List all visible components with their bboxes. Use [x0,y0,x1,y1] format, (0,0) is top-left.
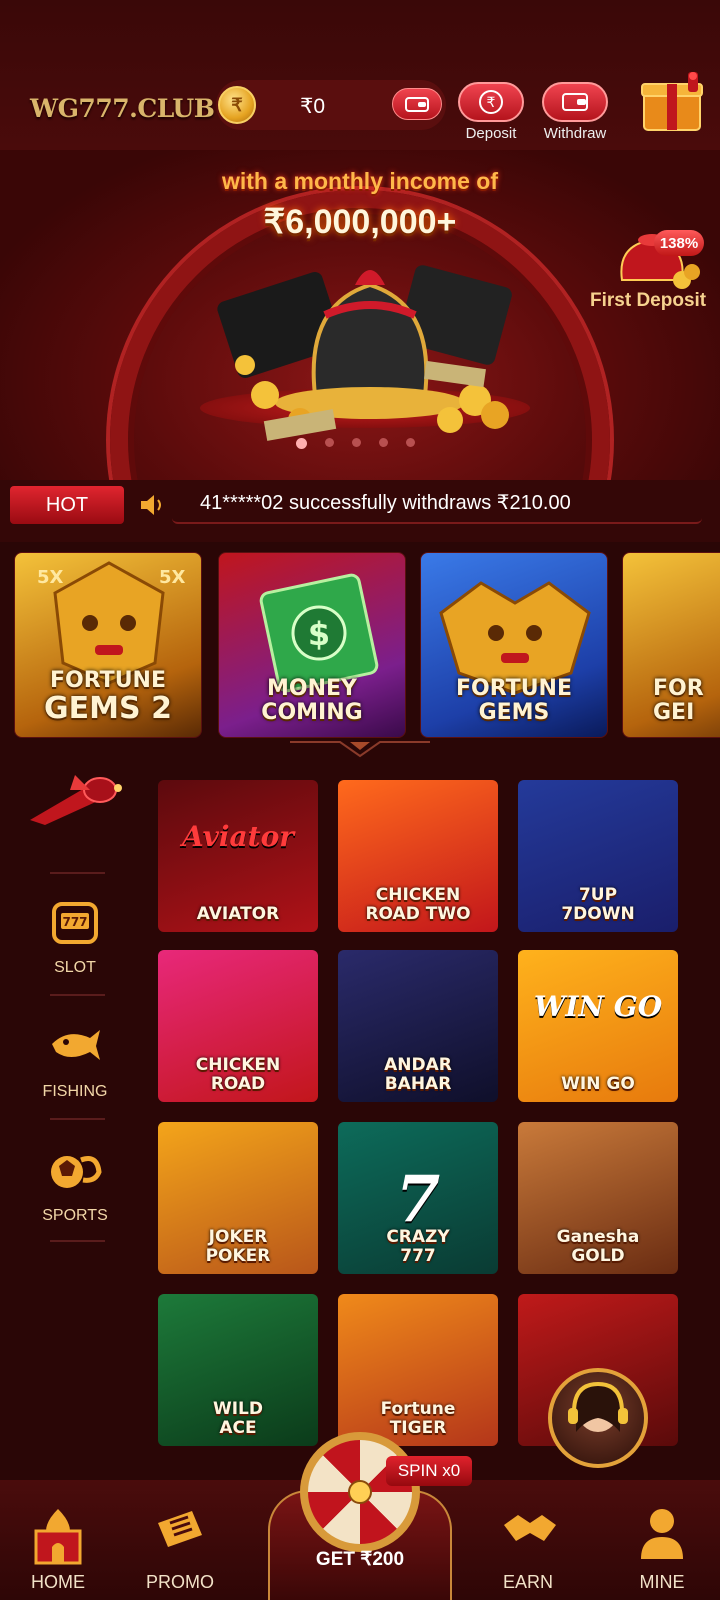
withdraw-label[interactable]: Withdraw [530,125,620,142]
game-title: FOR GEI [653,676,704,725]
nav-earn-label[interactable]: EARN [478,1572,578,1593]
game-card[interactable]: WILD ACE [158,1294,318,1446]
game-art-text: WIN GO [533,990,663,1023]
game-title: CRAZY 777 [386,1227,450,1266]
game-card[interactable]: ANDAR BAHAR [338,950,498,1102]
money-bag-illustration [217,265,512,441]
game-title: FORTUNE GEMS [456,676,572,725]
first-deposit-label[interactable]: First Deposit [590,290,706,312]
category-label: FISHING [42,1083,108,1100]
svg-text:5X: 5X [159,567,186,588]
game-title: WIN GO [561,1074,635,1094]
svg-text:$: $ [308,615,330,653]
customer-support-avatar[interactable] [548,1368,648,1468]
banner-dot[interactable] [406,438,415,447]
deposit-label[interactable]: Deposit [446,125,536,142]
nav-earn[interactable] [480,1505,580,1560]
game-title: 7UP 7DOWN [561,885,635,924]
wallet-icon [405,97,429,112]
get-bonus-button[interactable]: GET ₹200 [268,1548,452,1571]
ticket-icon [158,1511,202,1547]
category-sports[interactable]: SPORTS [0,1146,150,1225]
nav-promo-label[interactable]: PROMO [130,1572,230,1593]
category-separator [50,872,105,874]
game-card[interactable]: Fortune TIGER [338,1294,498,1446]
withdraw-announcement: 41*****02 successfully withdraws ₹210.00 [200,492,571,514]
hot-badge[interactable]: HOT [10,486,124,524]
game-card-money-coming[interactable]: $ MONEY COMING [218,552,406,738]
category-separator [50,994,105,996]
banner-headline: with a monthly income of [221,168,498,194]
game-card-fortune-gems-2[interactable]: 5X 5X FORTUNE GEMS 2 [14,552,202,738]
first-deposit-badge: 138% [654,230,704,256]
balance-amount: ₹0 [300,95,326,118]
promo-banner[interactable]: with a monthly income of ₹6,000,000+ 138… [0,150,720,480]
deposit-button[interactable]: ₹ [458,82,524,122]
game-title: JOKER POKER [205,1227,271,1266]
game-card[interactable]: Aviator AVIATOR [158,780,318,932]
handshake-icon [504,1515,556,1541]
nav-mine[interactable] [612,1505,712,1566]
banner-dot[interactable] [325,438,334,447]
nav-home-label[interactable]: HOME [8,1572,108,1593]
wallet-refresh-button[interactable] [392,88,442,120]
svg-text:₹: ₹ [487,95,496,111]
brand-logo: WG777.CLUB [30,94,215,123]
game-title: CHICKEN ROAD [195,1055,281,1094]
category-separator [50,1240,105,1242]
rupee-coin-icon: ₹ [218,86,256,124]
banner-pagination [296,438,415,449]
game-card[interactable]: Ganesha GOLD [518,1122,678,1274]
category-label: SLOT [54,959,96,976]
category-fishing[interactable]: FISHING [0,1022,150,1101]
svg-text:5X: 5X [37,567,64,588]
headset-agent-icon [568,1381,628,1432]
svg-text:777: 777 [62,915,87,929]
game-title: FORTUNE GEMS 2 [44,668,172,726]
game-art-text: 7 [395,1162,441,1237]
game-title: Ganesha GOLD [556,1227,640,1266]
speaker-icon [141,495,161,515]
category-aviator[interactable] [0,760,150,845]
nav-mine-label[interactable]: MINE [612,1572,712,1593]
spin-count-badge: SPIN x0 [386,1456,472,1486]
withdraw-button[interactable] [542,82,608,122]
game-title: WILD ACE [212,1399,264,1438]
category-label: SPORTS [42,1207,108,1224]
sports-ball-icon [51,1156,102,1188]
gift-box-icon[interactable] [638,70,706,132]
game-card-fortune-gems[interactable]: FORTUNE GEMS [420,552,608,738]
fish-icon [52,1030,100,1060]
banner-dot[interactable] [296,438,307,449]
category-slot[interactable]: 777 SLOT [0,898,150,977]
category-separator [50,1118,105,1120]
nav-promo[interactable] [130,1505,230,1560]
deposit-icon: ₹ [479,90,503,114]
game-title: AVIATOR [196,904,280,924]
game-card[interactable]: 7 CRAZY 777 [338,1122,498,1274]
aviator-plane-icon [30,775,122,825]
game-card[interactable]: CHICKEN ROAD [158,950,318,1102]
game-card[interactable]: CHICKEN ROAD TWO [338,780,498,932]
withdraw-wallet-icon [562,93,588,111]
game-card[interactable]: JOKER POKER [158,1122,318,1274]
user-icon [641,1509,683,1559]
slot-machine-icon: 777 [52,902,98,944]
game-card[interactable]: WIN GO WIN GO [518,950,678,1102]
banner-dot[interactable] [352,438,361,447]
banner-dot[interactable] [379,438,388,447]
game-art-text: Aviator [182,820,294,853]
game-card[interactable]: 7UP 7DOWN [518,780,678,932]
section-divider [290,741,430,758]
wheel-hub [348,1480,372,1504]
game-title: MONEY COMING [261,676,363,725]
hot-games-carousel[interactable]: 5X 5X FORTUNE GEMS 2 $ MONEY COMING FORTUN… [0,540,720,740]
game-title: CHICKEN ROAD TWO [365,885,471,924]
nav-home[interactable] [8,1505,108,1574]
palace-icon [34,1509,82,1565]
category-sidebar: 777 SLOT FISHING SPORTS [0,760,150,1280]
game-title: ANDAR BAHAR [384,1055,452,1094]
game-card-partial[interactable]: FOR GEI [622,552,720,738]
